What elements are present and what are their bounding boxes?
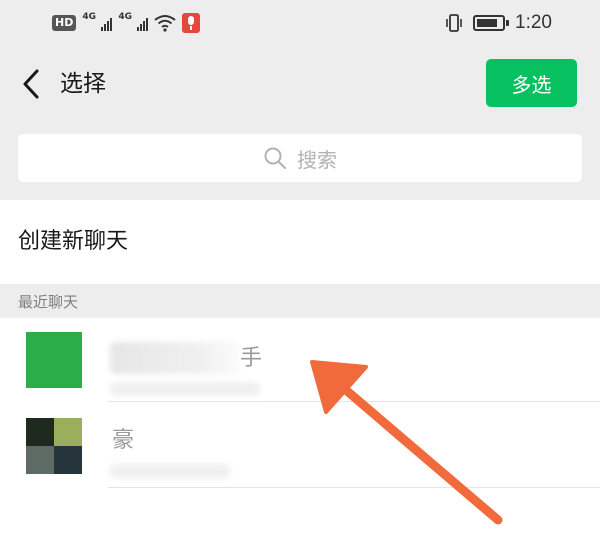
- nav-bar: 选择 多选: [0, 58, 600, 110]
- battery-icon: [473, 15, 510, 31]
- search-bar[interactable]: 搜索: [18, 134, 582, 182]
- avatar: [26, 332, 82, 388]
- recent-chats-header: 最近聊天: [18, 293, 79, 311]
- chat-name-fragment: 手: [240, 346, 263, 371]
- clock: 1:20: [515, 12, 552, 33]
- status-left: HD 4G 4G: [52, 12, 201, 34]
- blurred-text: [110, 464, 230, 478]
- microphone-icon: [182, 13, 201, 33]
- signal-icon: 4G: [82, 12, 113, 33]
- vibrate-icon: [446, 14, 462, 32]
- wifi-icon: [154, 15, 176, 32]
- multi-select-button[interactable]: 多选: [486, 59, 577, 107]
- signal-icon-2: 4G: [118, 12, 149, 33]
- row-divider: [108, 401, 600, 402]
- page-title: 选择: [60, 71, 106, 97]
- status-right: 1:20: [445, 12, 552, 34]
- chat-row[interactable]: 豪: [0, 404, 600, 488]
- create-new-chat-label: 创建新聊天: [18, 229, 129, 254]
- network-type-label-2: 4G: [118, 12, 132, 22]
- row-divider: [108, 487, 600, 488]
- hd-badge: HD: [52, 15, 77, 31]
- back-chevron-icon[interactable]: [18, 64, 46, 104]
- search-icon: [264, 147, 286, 169]
- chat-row[interactable]: 手: [0, 318, 600, 402]
- search-placeholder: 搜索: [297, 147, 337, 172]
- blurred-text: [110, 382, 260, 396]
- status-bar: HD 4G 4G 1:20: [0, 0, 600, 46]
- recent-chats-list: 手 豪: [0, 318, 600, 543]
- avatar: [26, 418, 82, 474]
- blurred-name: [110, 342, 240, 374]
- chat-name-fragment: 豪: [112, 428, 135, 453]
- create-new-chat-item[interactable]: 创建新聊天: [0, 200, 600, 284]
- network-type-label: 4G: [82, 12, 96, 22]
